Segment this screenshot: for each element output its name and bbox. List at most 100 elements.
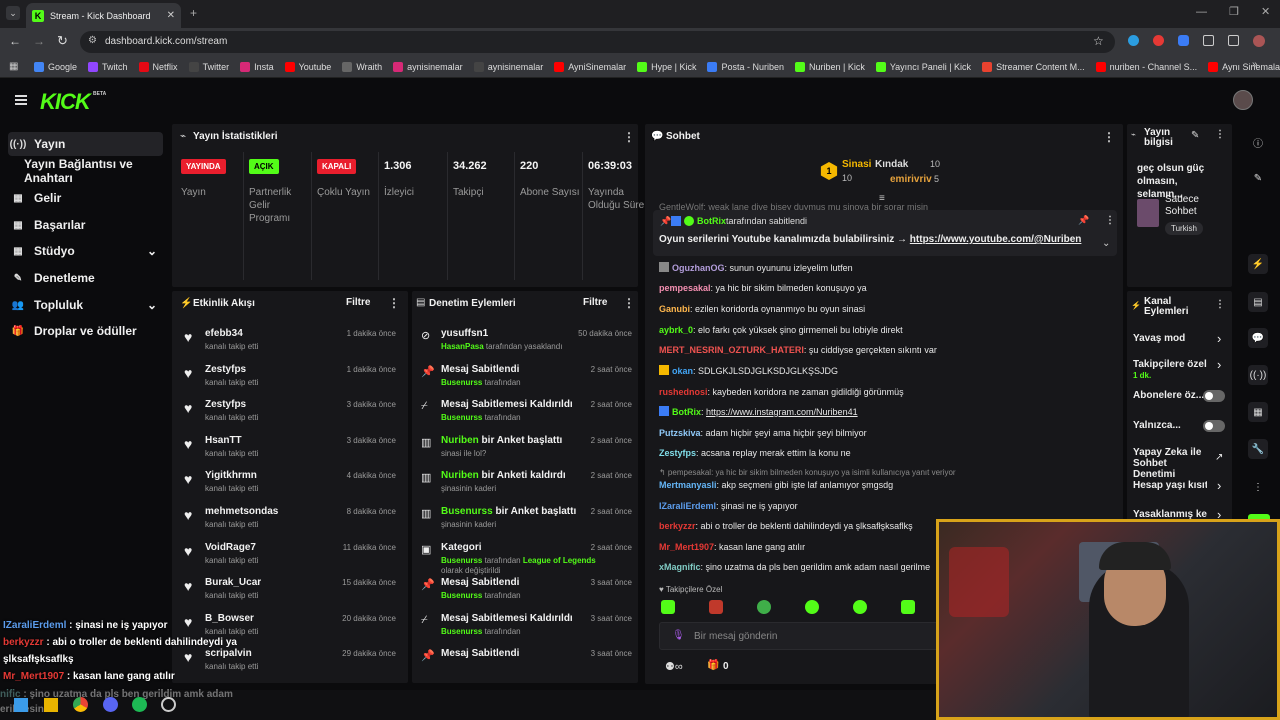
discord-icon[interactable]	[103, 697, 118, 712]
bookmark-item[interactable]: Yayıncı Paneli | Kick	[875, 61, 971, 72]
apps-grid-icon[interactable]: ▦	[9, 61, 18, 72]
chat-menu-icon[interactable]: ⋮	[1103, 130, 1115, 144]
chat-username[interactable]: pempesakal	[659, 283, 711, 293]
activity-user[interactable]: Yigitkhrmn	[205, 470, 257, 481]
bookmark-item[interactable]: Wraith	[342, 61, 382, 72]
unpin-icon[interactable]: 📌	[1078, 215, 1089, 226]
bookmark-item[interactable]: Nuriben | Kick	[794, 61, 865, 72]
edit-icon[interactable]: ✎	[1191, 130, 1199, 141]
chrome-icon[interactable]	[73, 697, 88, 712]
hamburger-menu-icon[interactable]	[15, 95, 27, 105]
channel-action-item[interactable]: Yavaş mod ›	[1133, 331, 1227, 357]
chat-username[interactable]: IZaraliErdeml	[659, 501, 716, 511]
tab-search-icon[interactable]: ⌄	[6, 6, 20, 20]
omnibox[interactable]: ⚙ dashboard.kick.com/stream ☆	[80, 31, 1115, 53]
activity-item[interactable]: ♥ HsanTT kanalı takip etti 3 dakika önce	[172, 433, 408, 469]
mod-by-user[interactable]: Busenurss	[441, 627, 482, 636]
activity-item[interactable]: ♥ Burak_Ucar kanalı takip etti 15 dakika ön…	[172, 575, 408, 611]
nav-item-5[interactable]: ✎ Denetleme	[8, 266, 163, 290]
nav-item-7[interactable]: 🎁 Droplar ve ödüller	[8, 319, 163, 343]
activity-item[interactable]: ♥ Zestyfps kanalı takip etti 3 dakika önce	[172, 397, 408, 433]
extension-icon[interactable]	[1153, 35, 1164, 46]
channel-action-item[interactable]: Yapay Zeka ile Sohbet Denetimi ↗	[1133, 447, 1227, 480]
bookmark-item[interactable]: Insta	[240, 61, 274, 72]
chevron-right-icon[interactable]: ›	[1217, 478, 1221, 493]
chat-username[interactable]: berkyzzr	[659, 521, 696, 531]
mod-action-item[interactable]: ▥ Busenurss bir Anket başlattı şinasinin k…	[412, 504, 638, 540]
layout-rail-icon[interactable]: ▦	[1248, 402, 1268, 422]
chevron-down-icon[interactable]: ⌄	[147, 298, 157, 312]
toggle-switch[interactable]	[1203, 390, 1225, 402]
activity-user[interactable]: Burak_Ucar	[205, 577, 261, 588]
explorer-icon[interactable]	[44, 698, 58, 712]
activity-user[interactable]: mehmetsondas	[205, 506, 278, 517]
bookmark-item[interactable]: Twitch	[88, 61, 128, 72]
mod-actor[interactable]: Busenurss	[441, 506, 493, 517]
activity-user[interactable]: scripalvin	[205, 648, 252, 659]
mod-action-item[interactable]: ▥ Nuriben bir Anket başlattı sinasi ile lo…	[412, 433, 638, 469]
pencil-icon[interactable]: ✎	[1248, 168, 1268, 188]
windows-start-icon[interactable]	[14, 698, 28, 712]
pinned-menu-icon[interactable]: ⋮	[1105, 215, 1115, 226]
mic-icon[interactable]: 🎙	[672, 630, 685, 641]
chat-username[interactable]: Ganubi	[659, 304, 690, 314]
channel-actions-menu-icon[interactable]: ⋮	[1215, 299, 1225, 310]
mod-by-user[interactable]: Busenurss	[441, 556, 482, 565]
bookmark-item[interactable]: Youtube	[284, 61, 331, 72]
external-link-icon[interactable]: ↗	[1215, 452, 1223, 463]
expand-pinned-icon[interactable]: ⌄	[1102, 238, 1110, 249]
mod-action-item[interactable]: ⊘ yusuffsn1 HasanPasa tarafından yasakland…	[412, 326, 638, 362]
activity-user[interactable]: Zestyfps	[205, 364, 246, 375]
window-close-icon[interactable]: ✕	[1261, 5, 1270, 18]
mod-action-item[interactable]: 📌 Mesaj Sabitlendi Busenurss tarafından 3 s…	[412, 575, 638, 611]
mod-by-user[interactable]: Busenurss	[441, 378, 482, 387]
nav-item-0[interactable]: ((·)) Yayın	[8, 132, 163, 156]
sidepanel-icon[interactable]	[1228, 35, 1239, 46]
mod-action-item[interactable]: 📌 Mesaj Sabitlendi 3 saat önce	[412, 646, 638, 682]
chevron-right-icon[interactable]: ›	[1217, 357, 1221, 372]
bookmark-item[interactable]: aynisinemalar	[473, 61, 543, 72]
new-tab-icon[interactable]: +	[190, 6, 197, 20]
bookmark-item[interactable]: Twitter	[188, 61, 229, 72]
emote-icon[interactable]	[757, 600, 771, 614]
modlog-filter-button[interactable]: Filtre	[583, 297, 607, 308]
users-icon[interactable]: ⚉∞	[665, 660, 683, 673]
forward-icon[interactable]: →	[33, 34, 45, 48]
activity-menu-icon[interactable]: ⋮	[388, 296, 400, 310]
back-icon[interactable]: ←	[9, 34, 21, 48]
mod-action-item[interactable]: ▥ Nuriben bir Anketi kaldırdı şinasinin ka…	[412, 468, 638, 504]
activity-item[interactable]: ♥ VoidRage7 kanalı takip etti 11 dakika önc…	[172, 540, 408, 576]
leader-2-name[interactable]: Kındak	[875, 159, 908, 170]
url-text[interactable]: dashboard.kick.com/stream	[105, 36, 227, 47]
nav-item-4[interactable]: ▦ Stüdyo ⌄	[8, 239, 163, 263]
chat-username[interactable]: xMagnific	[659, 562, 701, 572]
mod-action-item[interactable]: 📌 Mesaj Sabitlendi Busenurss tarafından 2 s…	[412, 362, 638, 398]
activity-item[interactable]: ♥ efebb34 kanalı takip etti 1 dakika önce	[172, 326, 408, 362]
obs-icon[interactable]	[161, 697, 176, 712]
activity-item[interactable]: ♥ mehmetsondas kanalı takip etti 8 dakika ö…	[172, 504, 408, 540]
nav-item-3[interactable]: ▦ Başarılar	[8, 213, 163, 237]
bookmark-item[interactable]: aynisinemalar	[393, 61, 463, 72]
bookmark-item[interactable]: Netflix	[138, 61, 178, 72]
mod-action-item[interactable]: ⌿ Mesaj Sabitlemesi Kaldırıldı Busenurss t…	[412, 397, 638, 433]
bolt-rail-icon[interactable]: ⚡	[1248, 254, 1268, 274]
mod-actor[interactable]: Nuriben	[441, 470, 479, 481]
chat-link[interactable]: https://www.instagram.com/Nuriben41	[706, 407, 858, 417]
mod-by-user[interactable]: Busenurss	[441, 591, 482, 600]
gift-icon[interactable]: 🎁	[707, 660, 719, 671]
pinned-link[interactable]: https://www.youtube.com/@Nuriben	[910, 234, 1082, 245]
leader-3-name[interactable]: emirivriv	[890, 174, 932, 185]
spotify-icon[interactable]	[132, 697, 147, 712]
toggle-switch[interactable]	[1203, 420, 1225, 432]
emote-icon[interactable]	[805, 600, 819, 614]
chat-username[interactable]: OguzhanOG	[672, 263, 725, 273]
site-info-icon[interactable]: ⚙	[88, 35, 97, 46]
chat-username[interactable]: Zestyfps	[659, 448, 696, 458]
channel-action-item[interactable]: Abonelere öz...	[1133, 390, 1227, 414]
bookmark-item[interactable]: Google	[34, 61, 77, 72]
language-tag[interactable]: Turkish	[1165, 222, 1203, 235]
modlog-menu-icon[interactable]: ⋮	[623, 296, 635, 310]
category-name[interactable]: Sadece Sohbet	[1165, 194, 1225, 218]
chat-username[interactable]: okan	[672, 366, 693, 376]
minimize-icon[interactable]: —	[1196, 6, 1207, 18]
